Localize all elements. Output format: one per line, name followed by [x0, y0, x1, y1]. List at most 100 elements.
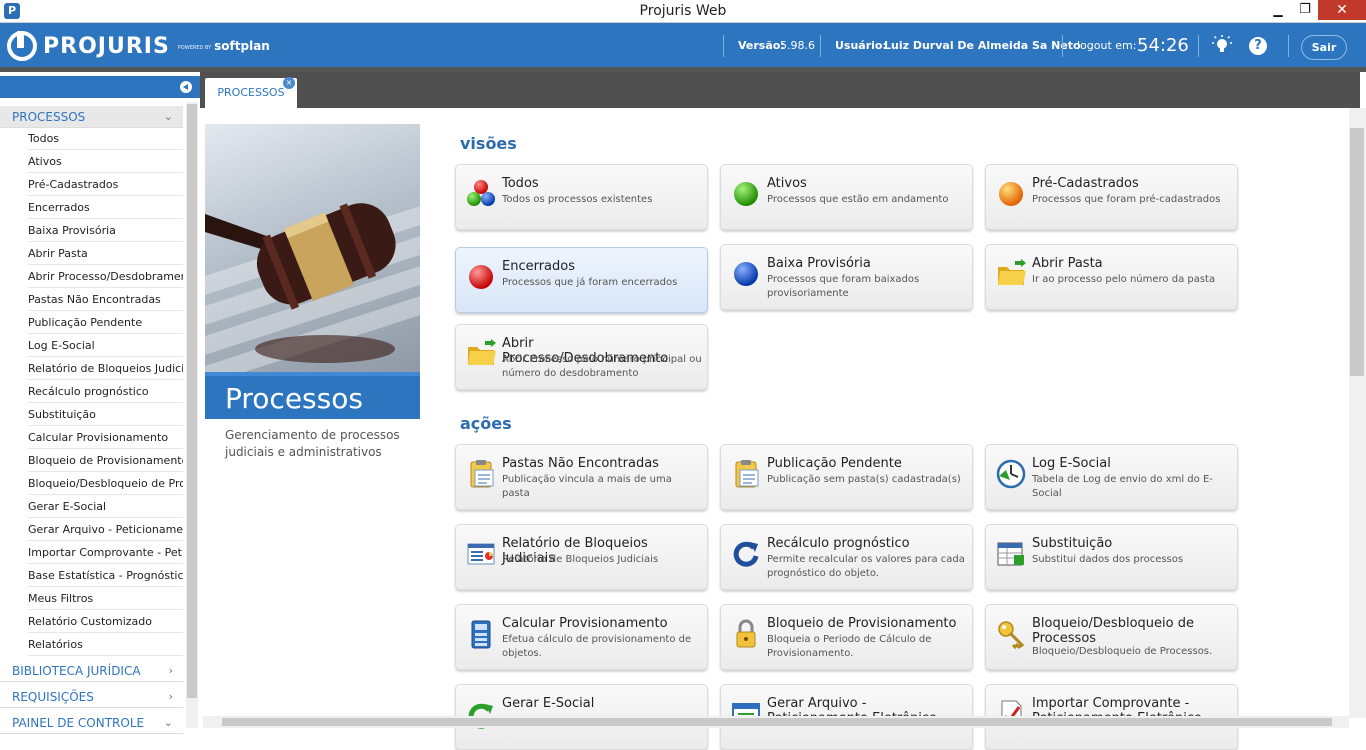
sidebar-section-label: PROCESSOS	[12, 110, 86, 124]
sidebar-section-biblioteca-juridica[interactable]: BIBLIOTECA JURÍDICA ›	[0, 660, 183, 682]
sidebar-section-label: BIBLIOTECA JURÍDICA	[12, 664, 141, 678]
help-icon[interactable]: ?	[1249, 37, 1267, 55]
card-title: Todos	[502, 176, 539, 191]
logo-mark-icon	[7, 31, 37, 61]
hero-image	[205, 124, 420, 372]
card-title: Bloqueio/Desbloqueio de Processos	[1032, 616, 1194, 646]
card-encerrados[interactable]: Encerrados Processos que já foram encerr…	[455, 247, 708, 313]
card-pastas-nao-encontradas[interactable]: Pastas Não Encontradas Publicação vincul…	[455, 444, 708, 510]
card-recalculo-prognostico[interactable]: Recálculo prognóstico Permite recalcular…	[720, 524, 973, 590]
card-description: Tabela de Log de envio do xml do E-Socia…	[1032, 474, 1213, 499]
sidebar-item-abrir-processo-desdobramento[interactable]: Abrir Processo/Desdobramento	[28, 265, 183, 288]
sidebar-item-pre-cadastrados[interactable]: Pré-Cadastrados	[28, 173, 183, 196]
softplan-logo: softplan	[214, 39, 270, 53]
sidebar-item-pastas-nao-encontradas[interactable]: Pastas Não Encontradas	[28, 288, 183, 311]
sidebar-item-bloqueio-de-provisionamento[interactable]: Bloqueio de Provisionamento	[28, 449, 183, 472]
sidebar-scroll-thumb[interactable]	[187, 104, 197, 698]
card-description: Bloqueia o Periodo de Cálculo de Provisi…	[767, 634, 932, 659]
sidebar-item-publicacao-pendente[interactable]: Publicação Pendente	[28, 311, 183, 334]
card-description: Todos os processos existentes	[502, 194, 653, 205]
card-log-e-social[interactable]: Log E-Social Tabela de Log de envio do x…	[985, 444, 1238, 510]
sidebar-item-relatorio-de-bloqueios-judiciais[interactable]: Relatório de Bloqueios Judiciais	[28, 357, 183, 380]
card-substituicao[interactable]: Substituição Substitui dados dos process…	[985, 524, 1238, 590]
sidebar-item-encerrados[interactable]: Encerrados	[28, 196, 183, 219]
card-description: Abrir Processo pelo número principal ou …	[502, 354, 702, 379]
sidebar-section-painel-de-controle[interactable]: PAINEL DE CONTROLE ⌄	[0, 712, 183, 734]
green-ball-icon	[734, 182, 758, 206]
sidebar-item-abrir-pasta[interactable]: Abrir Pasta	[28, 242, 183, 265]
red-ball-icon	[469, 265, 493, 289]
card-description: Efetua cálculo de provisionamento de obj…	[502, 634, 692, 659]
sidebar-item-bloqueio-desbloqueio-de-processos[interactable]: Bloqueio/Desbloqueio de Processos	[28, 472, 183, 495]
header-separator	[820, 35, 821, 57]
card-description: Ir ao processo pelo número da pasta	[1032, 274, 1216, 285]
sidebar-item-gerar-e-social[interactable]: Gerar E-Social	[28, 495, 183, 518]
logout-timer: 54:26	[1137, 35, 1189, 56]
powered-by-text: POWERED BY	[177, 44, 212, 51]
card-title: Substituição	[1032, 536, 1113, 551]
user-name: Luiz Durval De Almeida Sa Neto	[884, 39, 1081, 52]
calculator-icon	[471, 620, 491, 649]
card-bloqueio-de-provisionamento[interactable]: Bloqueio de Provisionamento Bloqueia o P…	[720, 604, 973, 670]
maximize-button[interactable]: ❐	[1291, 0, 1319, 20]
version-label: Versão:	[738, 39, 785, 52]
refresh-icon	[733, 541, 759, 567]
card-baixa-provisoria[interactable]: Baixa Provisória Processos que foram bai…	[720, 244, 973, 310]
card-pre-cadastrados[interactable]: Pré-Cadastrados Processos que foram pré-…	[985, 164, 1238, 230]
sidebar-item-gerar-arquivo-peticionamento-eletronico[interactable]: Gerar Arquivo - Peticionamento Eletrônic…	[28, 518, 183, 541]
card-title: Publicação Pendente	[767, 456, 902, 471]
sidebar-item-meus-filtros[interactable]: Meus Filtros	[28, 587, 183, 610]
sidebar-item-log-e-social[interactable]: Log E-Social	[28, 334, 183, 357]
card-description: Processos que foram pré-cadastrados	[1032, 194, 1221, 205]
card-abrir-processo-desdobramento[interactable]: Abrir Processo/Desdobramento Abrir Proce…	[455, 324, 708, 390]
sidebar-top-bar	[0, 76, 200, 98]
sidebar-item-relatorios[interactable]: Relatórios	[28, 633, 183, 656]
card-abrir-pasta[interactable]: Abrir Pasta Ir ao processo pelo número d…	[985, 244, 1238, 310]
sidebar-item-todos[interactable]: Todos	[28, 127, 183, 150]
sidebar-section-requisicoes[interactable]: REQUISIÇÕES ›	[0, 686, 183, 708]
sidebar-item-importar-comprovante-peticionamento-eletronico[interactable]: Importar Comprovante - Peticionamento El…	[28, 541, 183, 564]
card-title: Abrir Pasta	[1032, 256, 1103, 271]
horizontal-scroll-thumb[interactable]	[222, 718, 1332, 726]
chevron-right-icon: ›	[168, 664, 173, 677]
card-title: Recálculo prognóstico	[767, 536, 910, 551]
chevron-down-icon: ⌄	[163, 716, 173, 729]
visoes-heading: visões	[460, 134, 517, 153]
collapse-sidebar-icon[interactable]	[180, 81, 192, 93]
main-scroll-thumb[interactable]	[1350, 128, 1364, 376]
sidebar-section-label: REQUISIÇÕES	[12, 690, 94, 704]
sidebar-item-ativos[interactable]: Ativos	[28, 150, 183, 173]
lightbulb-icon[interactable]	[1212, 35, 1232, 55]
card-relatorio-de-bloqueios-judiciais[interactable]: Relatório de Bloqueios Judiciais Relatór…	[455, 524, 708, 590]
folder-icon	[468, 339, 496, 365]
close-window-button[interactable]: ✕	[1318, 0, 1366, 20]
card-todos[interactable]: Todos Todos os processos existentes	[455, 164, 708, 230]
card-publicacao-pendente[interactable]: Publicação Pendente Publicação sem pasta…	[720, 444, 973, 510]
card-title: Gerar E-Social	[502, 696, 595, 711]
sidebar-item-baixa-provisoria[interactable]: Baixa Provisória	[28, 219, 183, 242]
clipboard-icon	[470, 460, 494, 488]
card-description: Publicação sem pasta(s) cadastrada(s)	[767, 474, 961, 485]
sidebar-item-recalculo-prognostico[interactable]: Recálculo prognóstico	[28, 380, 183, 403]
sidebar-item-relatorio-customizado[interactable]: Relatório Customizado	[28, 610, 183, 633]
sidebar-item-calcular-provisionamento[interactable]: Calcular Provisionamento	[28, 426, 183, 449]
card-title: Log E-Social	[1032, 456, 1111, 471]
card-description: Processos que foram baixados provisoriam…	[767, 274, 920, 299]
card-description: Relatório de Bloqueios Judiciais	[502, 554, 659, 565]
window-titlebar: P Projuris Web ▁ ❐ ✕	[0, 0, 1366, 23]
sidebar-item-base-estatistica-prognostico-inteligente[interactable]: Base Estatística - Prognóstico Inteligen…	[28, 564, 183, 587]
sidebar-item-substituicao[interactable]: Substituição	[28, 403, 183, 426]
minimize-button[interactable]: ▁	[1264, 0, 1292, 20]
clipboard-icon	[735, 460, 759, 488]
card-bloqueio-desbloqueio-de-processos[interactable]: Bloqueio/Desbloqueio de Processos Bloque…	[985, 604, 1238, 670]
sidebar-section-processos[interactable]: PROCESSOS ⌄	[0, 106, 183, 128]
logout-button[interactable]: Sair	[1301, 35, 1347, 60]
header-separator	[1288, 35, 1289, 57]
tab-close-icon[interactable]: ×	[283, 77, 295, 89]
card-description: Bloqueio/Desbloqueio de Processos.	[1032, 646, 1213, 657]
card-ativos[interactable]: Ativos Processos que estão em andamento	[720, 164, 973, 230]
card-calcular-provisionamento[interactable]: Calcular Provisionamento Efetua cálculo …	[455, 604, 708, 670]
logout-label: logout em:	[1077, 39, 1137, 52]
report-icon	[467, 543, 495, 565]
version-value: 5.98.6	[780, 39, 815, 52]
